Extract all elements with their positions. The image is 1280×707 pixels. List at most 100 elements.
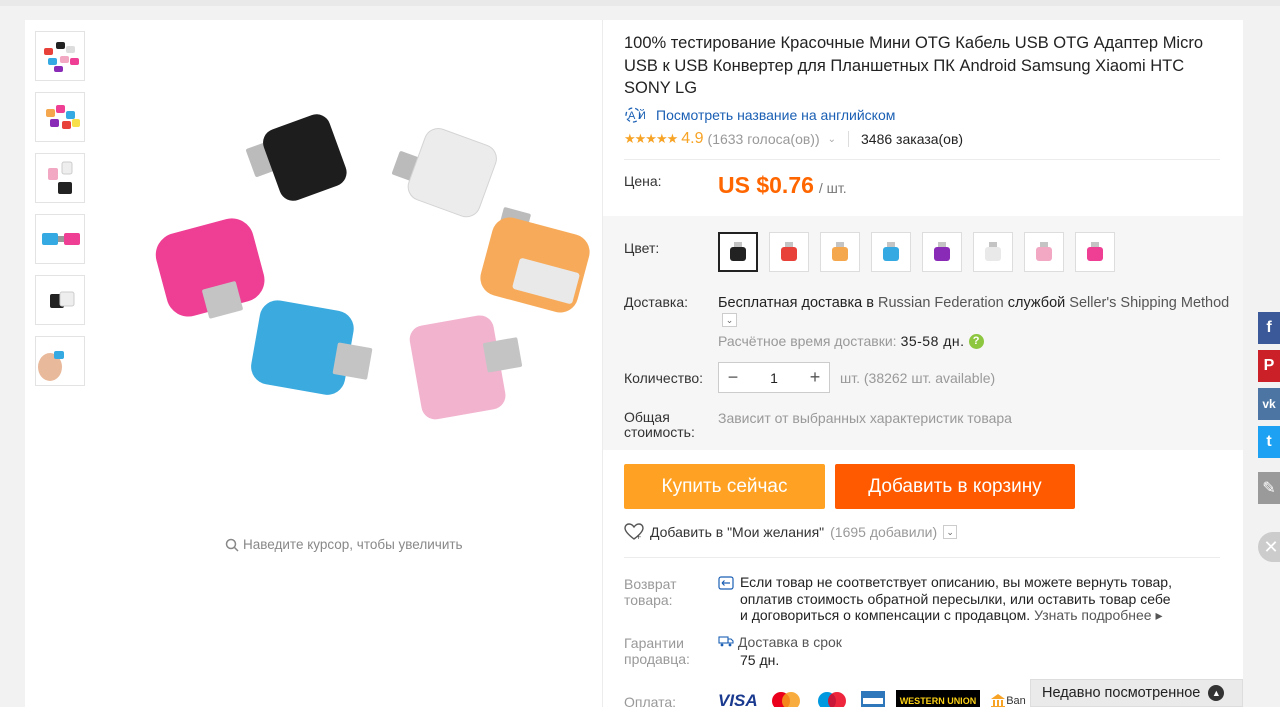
returns-label: Возврат товара: <box>624 576 677 608</box>
color-swatch-pink[interactable] <box>1024 232 1064 272</box>
thumbnail-list <box>35 31 85 397</box>
top-strip <box>0 0 1280 6</box>
returns-more-link[interactable]: Узнать подробнее ▸ <box>1034 607 1162 623</box>
white-adapter <box>392 128 497 218</box>
quantity-plus-button[interactable]: + <box>801 367 829 388</box>
blue-adapter <box>251 300 373 395</box>
color-swatch-black[interactable] <box>718 232 758 272</box>
delivery-truck-icon <box>718 633 734 651</box>
color-swatches <box>718 232 1115 272</box>
guarantee-label: Гарантии продавца: <box>624 635 690 667</box>
wishlist-row[interactable]: + Добавить в "Мои желания" (1695 добавил… <box>624 523 958 541</box>
guarantee-label-line2: продавца: <box>624 651 690 667</box>
orders-count: 3486 заказа(ов) <box>848 131 963 147</box>
rating-stars: ★★★★★ <box>624 131 678 146</box>
shipping-method[interactable]: Seller's Shipping Method <box>1069 295 1229 311</box>
divider <box>624 557 1220 558</box>
total-label-line1: Общая <box>624 409 670 425</box>
zoom-hint: Наведите курсор, чтобы увеличить <box>225 537 463 552</box>
svg-text:+: + <box>636 532 641 541</box>
color-swatch-white[interactable] <box>973 232 1013 272</box>
buy-now-button[interactable]: Купить сейчас <box>624 464 825 509</box>
chevron-up-icon[interactable]: ▲ <box>1208 685 1225 701</box>
edit-icon[interactable]: ✎ <box>1258 472 1280 504</box>
twitter-share-icon[interactable]: t <box>1258 426 1280 458</box>
eta-value: 35-58 дн. <box>900 333 965 349</box>
zoom-hint-text: Наведите курсор, чтобы увеличить <box>243 537 463 552</box>
return-policy-icon <box>718 576 734 590</box>
maestro-icon <box>814 690 850 707</box>
total-label: Общая стоимость: <box>624 410 695 440</box>
color-swatch-red[interactable] <box>769 232 809 272</box>
translate-icon: AЙ <box>625 107 646 123</box>
guarantee-info: Доставка в срок 75 дн. <box>718 633 842 669</box>
price-value: US $0.76 <box>718 172 814 198</box>
recently-viewed-bar[interactable]: Недавно посмотренное ▲ <box>1030 679 1243 707</box>
votes-count[interactable]: (1633 голоса(ов)) <box>708 131 820 147</box>
close-icon[interactable]: ✕ <box>1258 532 1280 562</box>
recently-viewed-label[interactable]: Недавно посмотренное <box>1042 685 1200 701</box>
thumbnail-6[interactable] <box>35 336 85 386</box>
facebook-share-icon[interactable]: f <box>1258 312 1280 344</box>
orange-adapter <box>480 207 590 313</box>
color-swatch-purple[interactable] <box>922 232 962 272</box>
wishlist-count: (1695 добавили) <box>830 524 938 540</box>
wishlist-text[interactable]: Добавить в "Мои желания" <box>650 524 824 540</box>
pink-adapter <box>409 315 523 420</box>
translate-link-text[interactable]: Посмотреть название на английском <box>656 107 895 123</box>
thumbnail-4[interactable] <box>35 214 85 264</box>
payment-methods: VISA WESTERN UNION Ban <box>718 690 1026 707</box>
divider <box>624 159 1220 160</box>
rating-row: ★★★★★ 4.9 (1633 голоса(ов)) ⌄ 3486 заказ… <box>624 130 963 148</box>
thumbnail-5[interactable] <box>35 275 85 325</box>
magenta-adapter <box>155 218 265 319</box>
svg-text:A: A <box>628 110 636 122</box>
bank-transfer-icon: Ban <box>990 690 1026 707</box>
quantity-input[interactable]: 1 <box>747 370 801 386</box>
quantity-label: Количество: <box>624 370 704 386</box>
shipping-free: Бесплатная доставка в <box>718 295 874 311</box>
thumbnail-1[interactable] <box>35 31 85 81</box>
shipping-destination[interactable]: Russian Federation <box>878 295 1004 311</box>
payment-label: Оплата: <box>624 694 677 707</box>
color-swatch-rose[interactable] <box>1075 232 1115 272</box>
guarantee-days: 75 дн. <box>740 652 780 668</box>
vk-share-icon[interactable]: vk <box>1258 388 1280 420</box>
rating-value: 4.9 <box>681 130 704 147</box>
thumbnail-2[interactable] <box>35 92 85 142</box>
translate-link[interactable]: AЙ Посмотреть название на английском <box>624 106 895 124</box>
heart-icon[interactable]: + <box>624 523 644 541</box>
product-info: 100% тестирование Красочные Мини OTG Каб… <box>603 20 1243 707</box>
pinterest-share-icon[interactable]: P <box>1258 350 1280 382</box>
magnifier-icon <box>225 538 239 552</box>
help-icon[interactable]: ? <box>968 333 984 349</box>
price: US $0.76 / шт. <box>718 172 847 199</box>
image-gallery: Наведите курсор, чтобы увеличить <box>25 20 603 707</box>
shipping-via: службой <box>1007 295 1066 311</box>
price-unit: / шт. <box>818 180 847 196</box>
amex-icon <box>860 690 886 707</box>
eta-label: Расчётное время доставки: <box>718 333 897 349</box>
shipping-chevron-icon[interactable]: ⌄ <box>722 313 737 327</box>
returns-info: Если товар не соответствует описанию, вы… <box>718 574 1178 624</box>
add-to-cart-button[interactable]: Добавить в корзину <box>835 464 1075 509</box>
color-label: Цвет: <box>624 240 660 256</box>
product-card: Наведите курсор, чтобы увеличить 100% те… <box>25 20 1243 707</box>
black-adapter <box>246 114 347 201</box>
main-product-image[interactable] <box>120 40 590 430</box>
chevron-down-icon[interactable]: ⌄ <box>828 134 836 145</box>
quantity-available: шт. (38262 шт. available) <box>840 370 996 386</box>
color-swatch-blue[interactable] <box>871 232 911 272</box>
color-swatch-orange[interactable] <box>820 232 860 272</box>
wishlist-chevron-icon[interactable]: ⌄ <box>943 525 958 539</box>
returns-label-line1: Возврат <box>624 576 677 592</box>
quantity-minus-button[interactable]: − <box>719 367 747 388</box>
guarantee-title[interactable]: Доставка в срок <box>738 634 842 650</box>
shipping-info: Бесплатная доставка в Russian Federation… <box>718 293 1248 313</box>
delivery-estimate: Расчётное время доставки: 35-58 дн. ? <box>718 333 984 349</box>
thumbnail-3[interactable] <box>35 153 85 203</box>
mastercard-icon <box>768 690 804 707</box>
price-label: Цена: <box>624 173 662 189</box>
shipping-label: Доставка: <box>624 294 689 310</box>
bank-label: Ban <box>1006 695 1026 707</box>
